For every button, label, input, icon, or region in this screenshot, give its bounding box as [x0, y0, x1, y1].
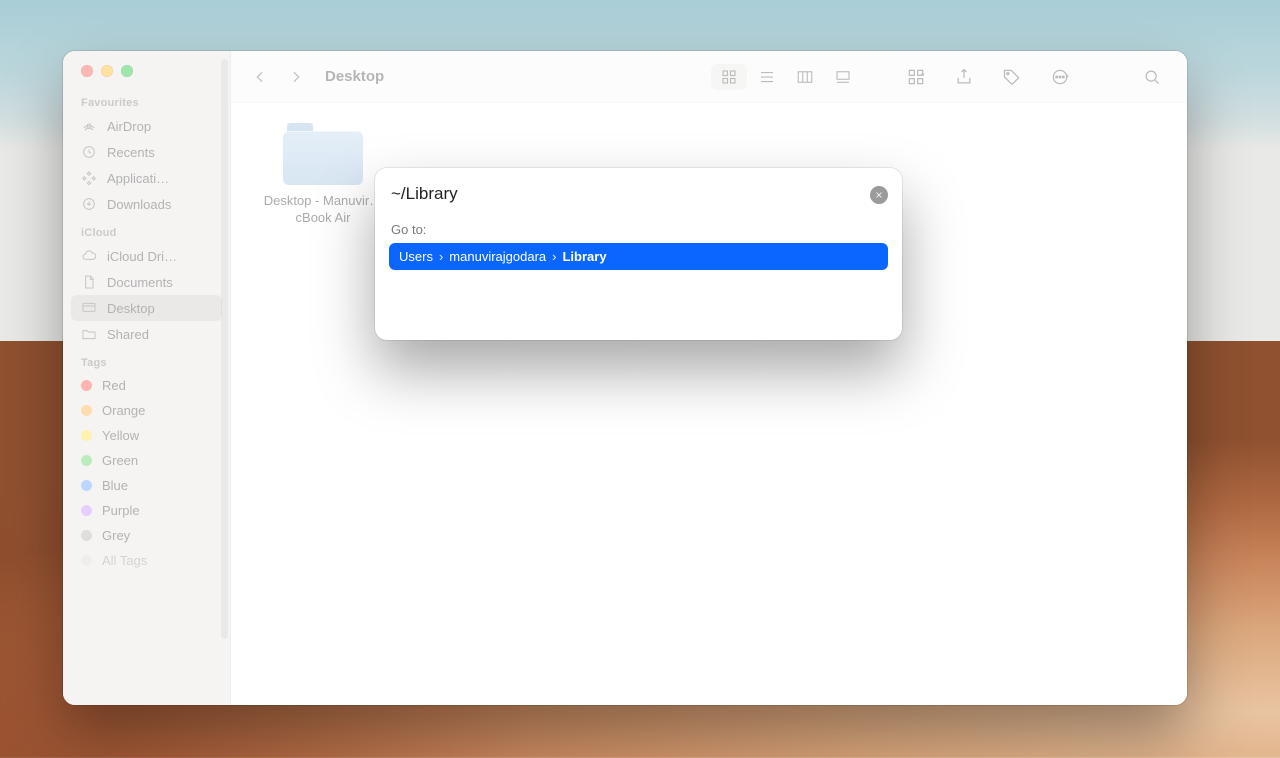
clear-input-button[interactable] [870, 186, 888, 204]
chevron-right-icon: › [552, 249, 556, 264]
chevron-right-icon: › [439, 249, 443, 264]
go-to-path-input[interactable] [389, 180, 860, 210]
modal-dim-overlay [63, 51, 1187, 705]
go-to-label: Go to: [391, 222, 888, 237]
path-segment-last: Library [562, 249, 606, 264]
go-to-suggestion-row[interactable]: Users › manuvirajgodara › Library [389, 243, 888, 270]
path-segment: manuvirajgodara [449, 249, 546, 264]
go-to-folder-dialog: Go to: Users › manuvirajgodara › Library [375, 168, 902, 340]
close-icon [874, 190, 884, 200]
finder-window: Favourites AirDrop Recents Applicati… Do… [63, 51, 1187, 705]
path-segment: Users [399, 249, 433, 264]
